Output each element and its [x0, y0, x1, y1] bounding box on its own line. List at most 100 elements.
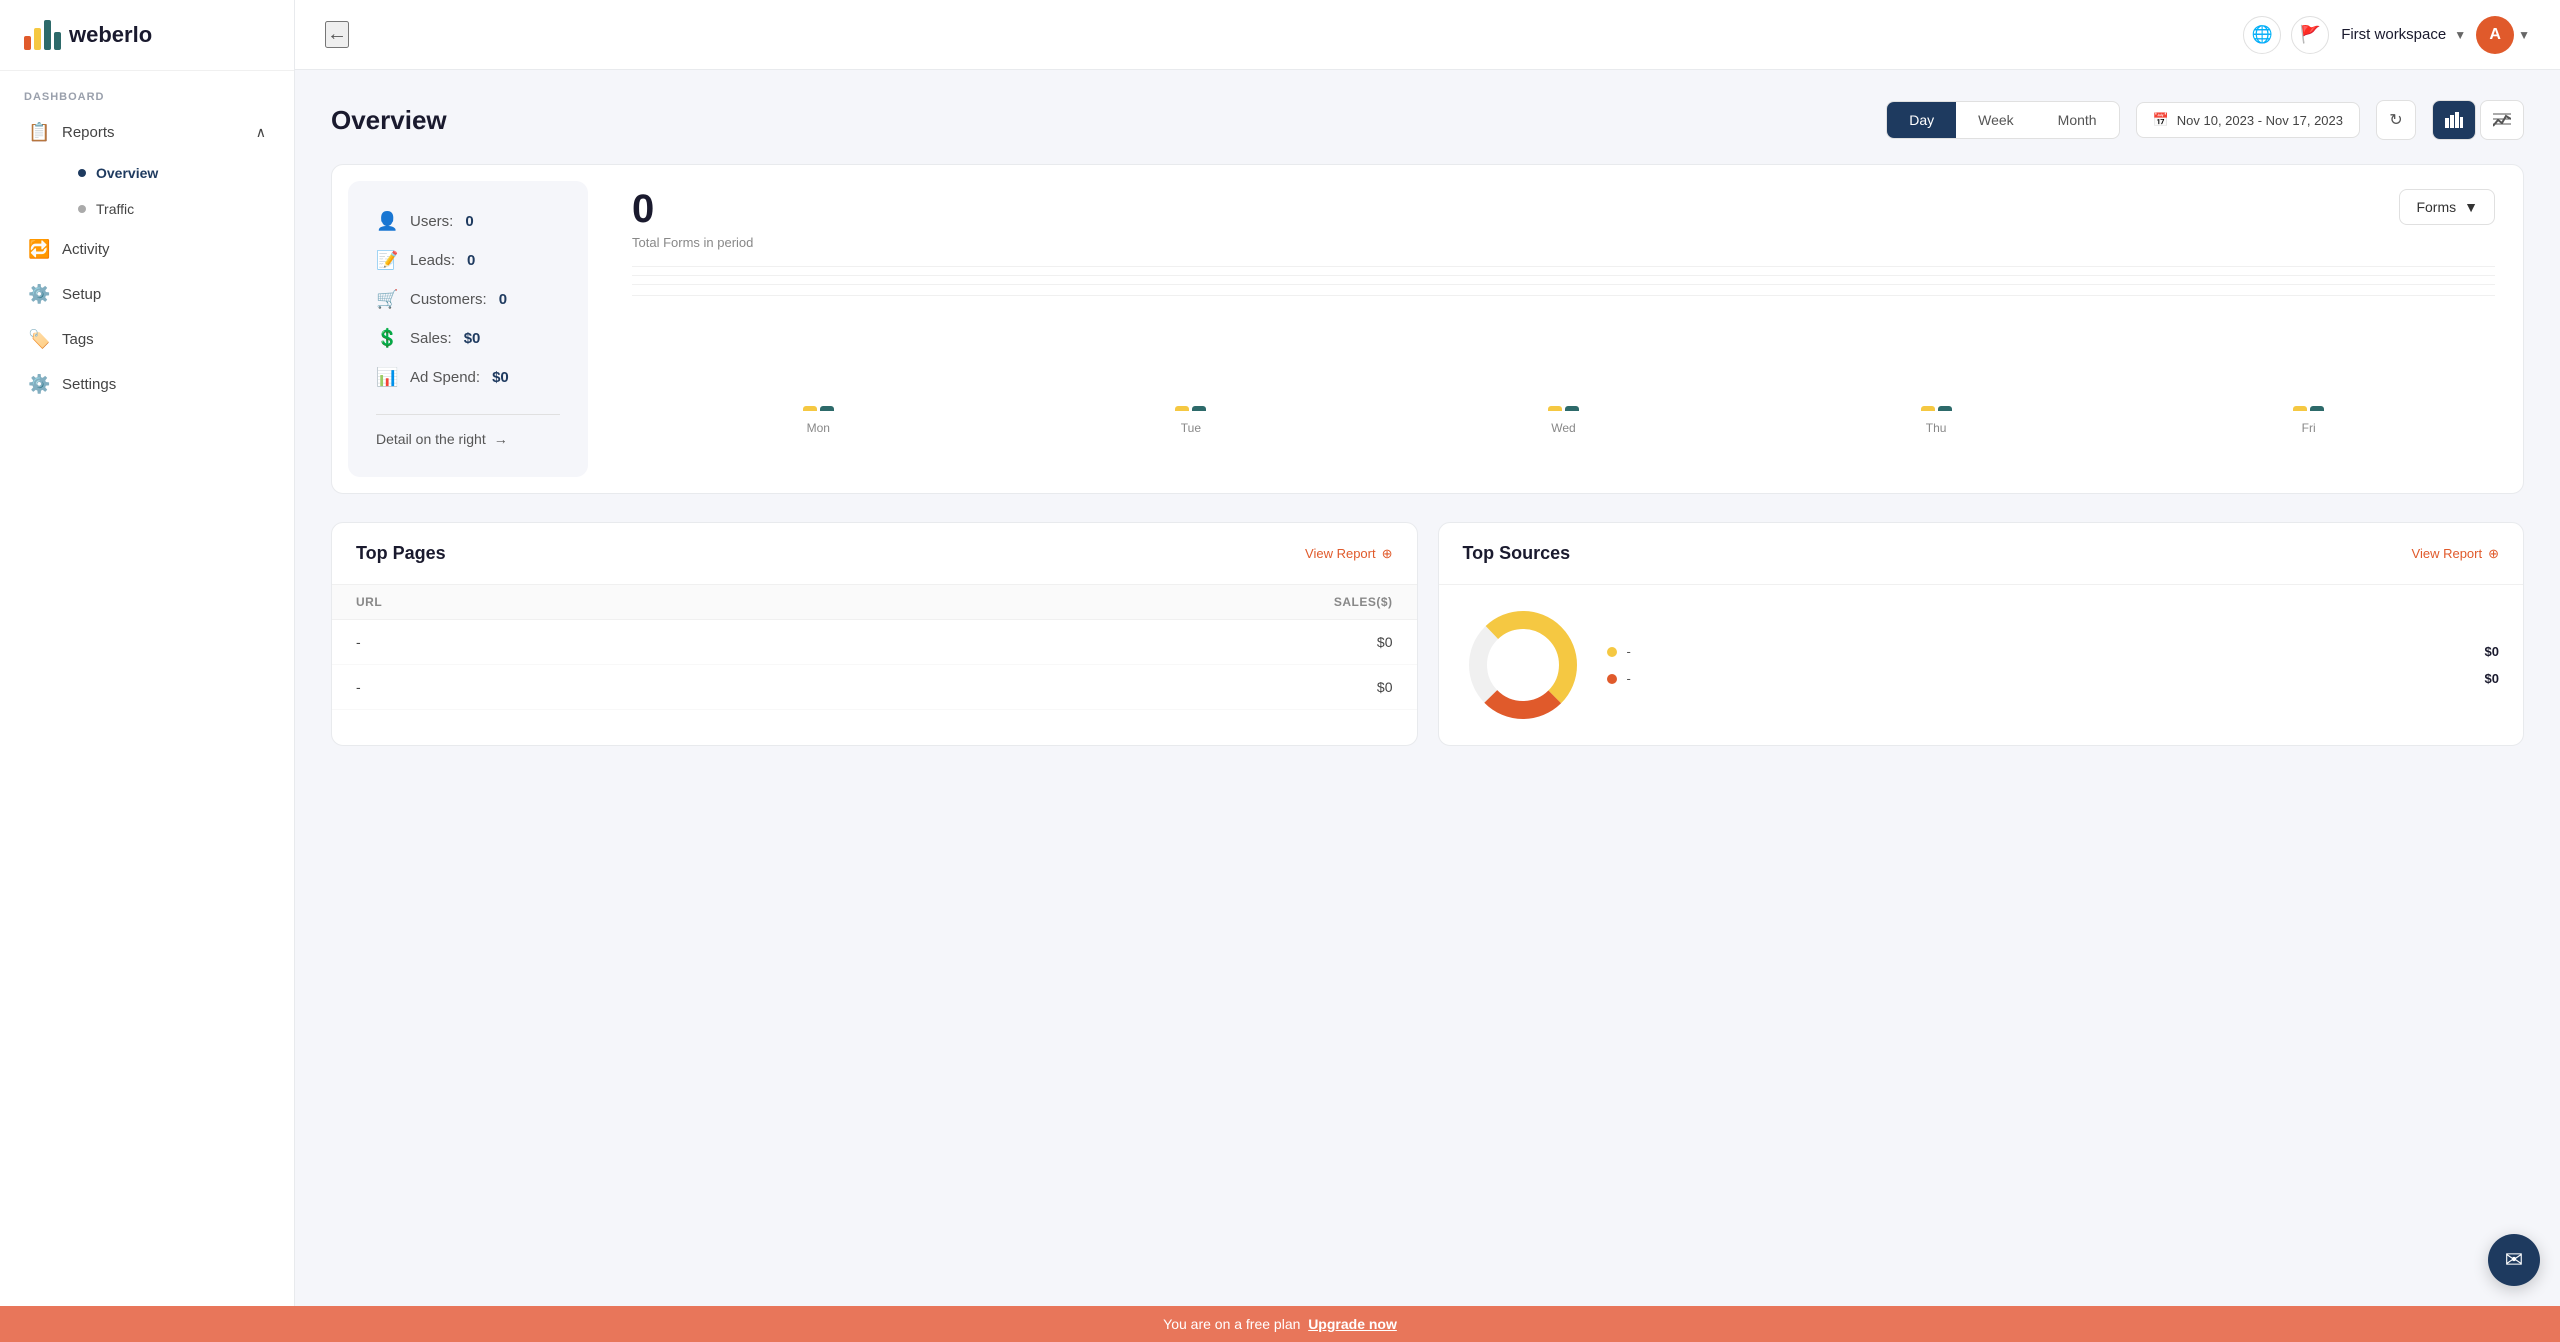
sidebar-subitem-overview-label: Overview: [96, 165, 158, 181]
stat-adspend: 📊 Ad Spend: $0: [376, 367, 560, 388]
logo-area: weberlo: [0, 0, 294, 71]
bar-fri-2: [2310, 406, 2324, 411]
period-week-button[interactable]: Week: [1956, 102, 2036, 138]
sales-value: $0: [464, 330, 481, 347]
overview-header: Overview Day Week Month 📅 Nov 10, 2023 -…: [331, 100, 2524, 140]
top-pages-card: Top Pages View Report ⊕ URL Sales($) - $…: [331, 522, 1418, 746]
row-sales-2: $0: [1293, 679, 1393, 695]
logo: weberlo: [24, 20, 270, 50]
workspace-selector[interactable]: First workspace ▼: [2341, 26, 2466, 43]
globe-icon-button[interactable]: 🌐: [2243, 16, 2281, 54]
period-button-group: Day Week Month: [1886, 101, 2119, 139]
chart-top: 0 Total Forms in period Forms ▼: [632, 189, 2495, 250]
page-title: Overview: [331, 105, 1870, 136]
bar-tue-2: [1192, 406, 1206, 411]
bar-thu-2: [1938, 406, 1952, 411]
back-button[interactable]: ←: [325, 21, 349, 48]
page-content: Overview Day Week Month 📅 Nov 10, 2023 -…: [295, 70, 2560, 1342]
stat-customers: 🛒 Customers: 0: [376, 289, 560, 310]
donut-chart: [1463, 605, 1583, 725]
chart-area: 0 Total Forms in period Forms ▼: [604, 165, 2523, 493]
donut-svg: [1463, 605, 1583, 725]
chart-dropdown-label: Forms: [2416, 199, 2456, 215]
top-pages-table-header: URL Sales($): [332, 585, 1417, 620]
reports-expand-icon: ∧: [256, 124, 266, 141]
sidebar-item-settings[interactable]: ⚙️ Settings: [12, 363, 282, 406]
chart-type-buttons: [2432, 100, 2524, 140]
adspend-label: Ad Spend:: [410, 369, 480, 386]
stats-panel: 👤 Users: 0 📝 Leads: 0 🛒 Customers:: [348, 181, 588, 477]
banner-text: You are on a free plan: [1163, 1316, 1300, 1332]
chat-fab-button[interactable]: ✉: [2488, 1234, 2540, 1286]
line-chart-button[interactable]: [2480, 100, 2524, 140]
sidebar-item-setup[interactable]: ⚙️ Setup: [12, 273, 282, 316]
chart-total-number: 0: [632, 189, 2399, 229]
row-sales-1: $0: [1293, 634, 1393, 650]
bar-label-thu: Thu: [1926, 421, 1947, 435]
bar-group-fri: Fri: [2122, 311, 2495, 435]
date-range-text: Nov 10, 2023 - Nov 17, 2023: [2177, 113, 2343, 128]
bar-label-tue: Tue: [1181, 421, 1201, 435]
sources-legend: - $0 - $0: [1607, 644, 2500, 686]
users-value: 0: [465, 213, 473, 230]
sidebar-item-activity[interactable]: 🔁 Activity: [12, 228, 282, 271]
legend-dot-1: [1607, 647, 1617, 657]
row-url-2: -: [356, 679, 1293, 695]
period-day-button[interactable]: Day: [1887, 102, 1956, 138]
sidebar-item-reports[interactable]: 📋 Reports ∧: [12, 111, 282, 154]
upgrade-banner: You are on a free plan Upgrade now: [0, 1306, 2560, 1342]
sidebar-item-traffic[interactable]: Traffic: [62, 192, 282, 226]
bar-thu-1: [1921, 406, 1935, 411]
date-range-picker[interactable]: 📅 Nov 10, 2023 - Nov 17, 2023: [2136, 102, 2360, 138]
user-avatar[interactable]: A: [2476, 16, 2514, 54]
reports-icon: 📋: [28, 122, 50, 143]
chart-total: 0 Total Forms in period: [632, 189, 2399, 250]
avatar-caret-icon: ▼: [2518, 28, 2530, 42]
bar-pair-fri: [2293, 311, 2324, 411]
adspend-value: $0: [492, 369, 509, 386]
sidebar-item-settings-label: Settings: [62, 376, 116, 393]
detail-link[interactable]: Detail on the right →: [376, 414, 560, 447]
legend-value-2: $0: [2485, 671, 2499, 686]
legend-label-1: -: [1627, 644, 1631, 659]
period-month-button[interactable]: Month: [2036, 102, 2119, 138]
bar-group-wed: Wed: [1377, 311, 1750, 435]
upgrade-link[interactable]: Upgrade now: [1308, 1316, 1397, 1332]
bar-chart-button[interactable]: [2432, 100, 2476, 140]
top-sources-view-report[interactable]: View Report ⊕: [2412, 546, 2499, 562]
leads-value: 0: [467, 252, 475, 269]
overview-active-dot: [78, 169, 86, 177]
bar-chart: Mon Tue: [632, 295, 2495, 435]
sidebar-item-tags-label: Tags: [62, 331, 94, 348]
refresh-button[interactable]: ↻: [2376, 100, 2416, 140]
sidebar-item-tags[interactable]: 🏷️ Tags: [12, 318, 282, 361]
main-content: ← 🌐 🚩 First workspace ▼ A ▼ Overview Day…: [295, 0, 2560, 1342]
top-sources-header: Top Sources View Report ⊕: [1439, 523, 2524, 585]
col-url-header: URL: [356, 595, 1293, 609]
flag-icon-button[interactable]: 🚩: [2291, 16, 2329, 54]
sidebar-subitem-traffic-label: Traffic: [96, 201, 134, 217]
top-pages-header: Top Pages View Report ⊕: [332, 523, 1417, 585]
sidebar-item-reports-label: Reports: [62, 124, 115, 141]
customers-icon: 🛒: [376, 289, 398, 310]
sidebar-item-overview[interactable]: Overview: [62, 156, 282, 190]
overview-card-inner: 👤 Users: 0 📝 Leads: 0 🛒 Customers:: [332, 165, 2523, 493]
bar-wed-2: [1565, 406, 1579, 411]
bar-label-fri: Fri: [2302, 421, 2316, 435]
top-sources-card: Top Sources View Report ⊕: [1438, 522, 2525, 746]
setup-icon: ⚙️: [28, 284, 50, 305]
top-pages-view-report[interactable]: View Report ⊕: [1305, 546, 1392, 562]
top-pages-title: Top Pages: [356, 543, 446, 564]
stat-leads: 📝 Leads: 0: [376, 250, 560, 271]
users-icon: 👤: [376, 211, 398, 232]
bar-chart-icon: [2445, 112, 2463, 128]
legend-value-1: $0: [2485, 644, 2499, 659]
sidebar-item-activity-label: Activity: [62, 241, 110, 258]
sidebar-navigation: 📋 Reports ∧ Overview Traffic 🔁 Activity: [0, 111, 294, 408]
chart-type-dropdown[interactable]: Forms ▼: [2399, 189, 2495, 225]
chat-icon: ✉: [2505, 1247, 2523, 1273]
bar-label-mon: Mon: [807, 421, 830, 435]
sidebar: weberlo DASHBOARD 📋 Reports ∧ Overview T…: [0, 0, 295, 1342]
sales-icon: 💲: [376, 328, 398, 349]
calendar-icon: 📅: [2153, 112, 2169, 128]
